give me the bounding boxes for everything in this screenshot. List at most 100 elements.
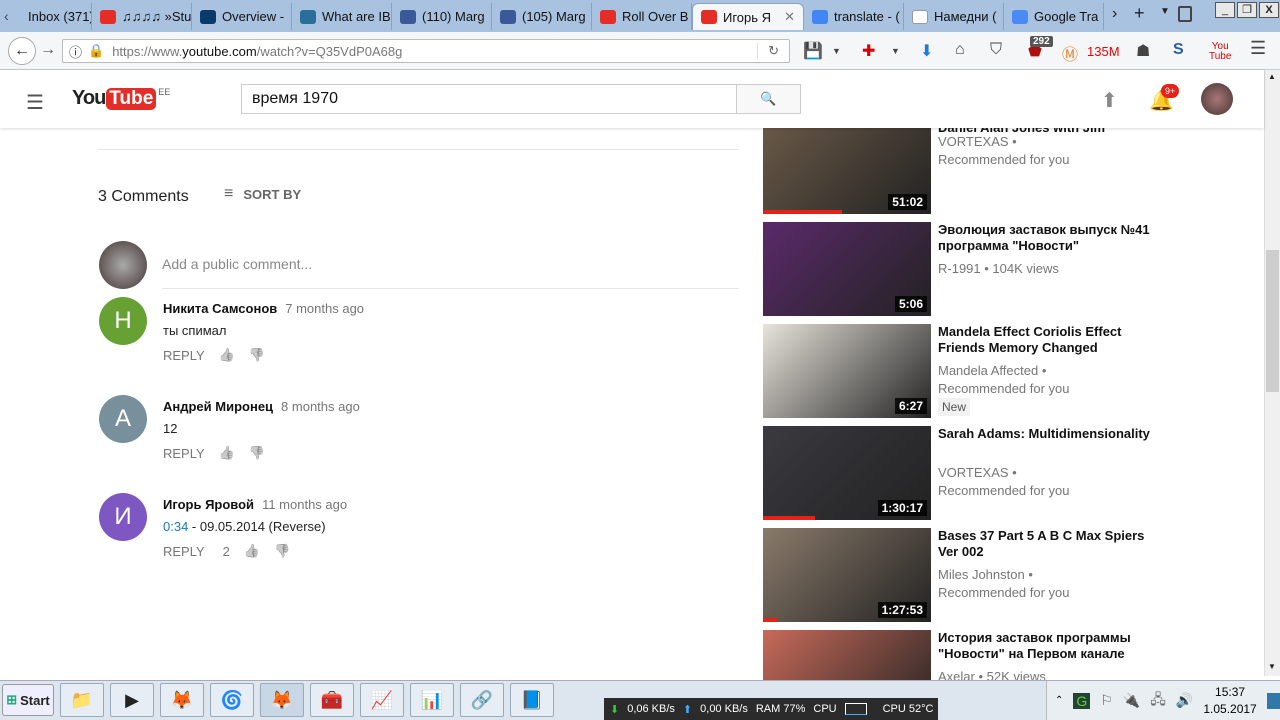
comment-avatar[interactable]: А [99,395,147,443]
restore-button[interactable]: ❐ [1237,2,1257,18]
close-window-button[interactable]: X [1259,2,1279,18]
flag-icon[interactable]: ⚐ [1100,692,1113,709]
comment-author[interactable]: Игорь Яровой [163,497,254,512]
video-channel[interactable]: Axelar • 52K views [938,668,1046,680]
sort-by-button[interactable]: ≡ SORT BY [224,185,301,203]
taskbar-network-app[interactable]: 🔗 [460,683,504,717]
search-button[interactable]: 🔍 [736,84,801,114]
show-desktop-icon[interactable] [1266,692,1280,709]
comment-time[interactable]: 8 months ago [281,399,360,414]
taskbar-chart-app[interactable]: 📈 [360,683,404,717]
youtube-logo[interactable]: You Tube EE [72,87,170,110]
taskbar-toolbox[interactable]: 🧰 [310,683,354,717]
minimize-button[interactable]: _ [1215,2,1235,18]
power-icon[interactable]: 🔌 [1123,692,1140,709]
related-video[interactable]: История заставок программы "Новости" на … [763,630,1163,680]
related-video[interactable]: 5:06 Эволюция заставок выпуск №41 програм… [763,222,1163,316]
tab-10[interactable]: Google Tra [1004,3,1104,30]
comment-time[interactable]: 11 months ago [262,497,347,512]
upload-icon[interactable]: ⬆ [1101,88,1118,113]
tab-8[interactable]: translate - ( [804,3,904,30]
taskbar-notes[interactable]: 📘 [510,683,554,717]
comment-author[interactable]: Никита Самсонов [163,301,277,316]
video-thumbnail[interactable]: 1:27:53 [763,528,931,622]
video-channel[interactable]: VORTEXAS • [938,133,1017,151]
taskbar-firefox-active[interactable]: 🦊 [260,683,304,717]
tab-9[interactable]: Намедни ( [904,3,1004,30]
tab-2[interactable]: Overview - [192,3,292,30]
tab-5[interactable]: (105) Marg [492,3,592,30]
taskbar-firefox[interactable]: 🦊 [160,683,204,717]
thumbs-down-icon[interactable]: 👎 [249,347,265,363]
network-icon[interactable]: 🖧 [1150,689,1166,713]
reply-button[interactable]: REPLY [163,348,205,363]
taskbar-explorer[interactable]: 📁 [60,683,104,717]
video-title[interactable]: Эволюция заставок выпуск №41 программа "… [938,222,1153,254]
tray-app-icon[interactable]: G [1073,692,1091,709]
related-video[interactable]: 51:02Daniel Alan Jones with JimVORTEXAS … [763,128,1163,214]
video-channel[interactable]: Miles Johnston • [938,566,1033,584]
download-icon[interactable]: ⬇ [920,41,933,61]
dropdown-icon[interactable]: ▼ [832,46,841,56]
ghost-icon[interactable]: ☗ [1136,41,1150,61]
video-thumbnail[interactable]: 5:06 [763,222,931,316]
scrollbar-thumb[interactable] [1266,250,1279,392]
thumbs-up-icon[interactable]: 👍 [219,445,235,461]
add-comment-input[interactable]: Add a public comment... [162,256,739,289]
comment-time[interactable]: 7 months ago [285,301,364,316]
related-video[interactable]: 6:27 Mandela Effect Coriolis Effect Frien… [763,324,1163,418]
related-video[interactable]: 1:27:53 Bases 37 Part 5 A B C Max Spiers … [763,528,1163,622]
thumbs-up-icon[interactable]: 👍 [244,543,260,559]
video-title[interactable]: Mandela Effect Coriolis Effect Friends M… [938,324,1153,356]
comment-avatar[interactable]: И [99,493,147,541]
show-hidden-icons[interactable]: ⌃ [1055,695,1063,706]
thumbs-up-icon[interactable]: 👍 [219,347,235,363]
new-tab-button[interactable]: + [1134,3,1145,24]
start-button[interactable]: ⊞ Start [2,684,54,716]
related-video[interactable]: 1:30:17 Sarah Adams: Multidimensionality V… [763,426,1163,520]
thumbs-down-icon[interactable]: 👎 [249,445,265,461]
tab-1[interactable]: ♫♫♫♫ »Stu [92,3,192,30]
tab-0[interactable]: Inbox (371) [20,3,92,30]
tab-scroll-left-icon[interactable]: ‹ [4,8,9,24]
tab-list-dropdown-icon[interactable]: ▼ [1160,6,1170,17]
info-icon[interactable]: ⓘ [69,42,82,61]
scroll-down-arrow[interactable]: ▼ [1268,662,1276,671]
sidebar-icon[interactable] [1178,6,1192,22]
volume-icon[interactable]: 🔊 [1176,692,1193,709]
reply-button[interactable]: REPLY [163,544,205,559]
taskbar-media-player[interactable]: ▶ [110,683,154,717]
comment-avatar[interactable]: Н [99,297,147,345]
skype-icon[interactable]: S [1173,41,1184,59]
back-button[interactable]: ← [8,37,36,65]
home-icon[interactable]: ⌂ [955,41,965,59]
timestamp-link[interactable]: 0:34 [163,519,188,534]
add-bookmark-icon[interactable]: ✚ [862,41,875,61]
taskbar-spreadsheet[interactable]: 📊 [410,683,454,717]
search-input[interactable] [241,84,737,114]
tab-scroll-right-icon[interactable]: › [1112,5,1117,23]
reload-icon[interactable]: ↻ [757,43,789,59]
reply-button[interactable]: REPLY [163,446,205,461]
video-thumbnail[interactable]: 1:30:17 [763,426,931,520]
dropdown-icon[interactable]: ▼ [891,46,900,56]
save-icon[interactable]: 💾 [803,41,823,61]
memory-addon-icon[interactable]: Ⓜ [1062,41,1078,65]
tab-3[interactable]: What are IB [292,3,392,30]
tab-7[interactable]: Игорь Я ✕ [692,3,804,30]
video-title[interactable]: Bases 37 Part 5 A B C Max Spiers Ver 002 [938,528,1153,560]
video-thumbnail[interactable]: 6:27 [763,324,931,418]
tab-4[interactable]: (110) Marg [392,3,492,30]
account-avatar[interactable] [1201,83,1233,115]
video-thumbnail[interactable] [763,630,931,680]
video-channel[interactable]: Mandela Affected • [938,362,1046,380]
tab-6[interactable]: Roll Over B [592,3,692,30]
hamburger-menu-icon[interactable]: ☰ [26,90,44,115]
scrollbar[interactable]: ▲ ▼ [1264,70,1280,676]
forward-button[interactable]: → [40,41,56,59]
video-title[interactable]: История заставок программы "Новости" на … [938,630,1153,662]
video-channel[interactable]: VORTEXAS • [938,464,1017,482]
scroll-up-arrow[interactable]: ▲ [1268,72,1276,81]
video-channel[interactable]: R-1991 • 104K views [938,260,1059,278]
video-thumbnail[interactable]: 51:02 [763,128,931,214]
